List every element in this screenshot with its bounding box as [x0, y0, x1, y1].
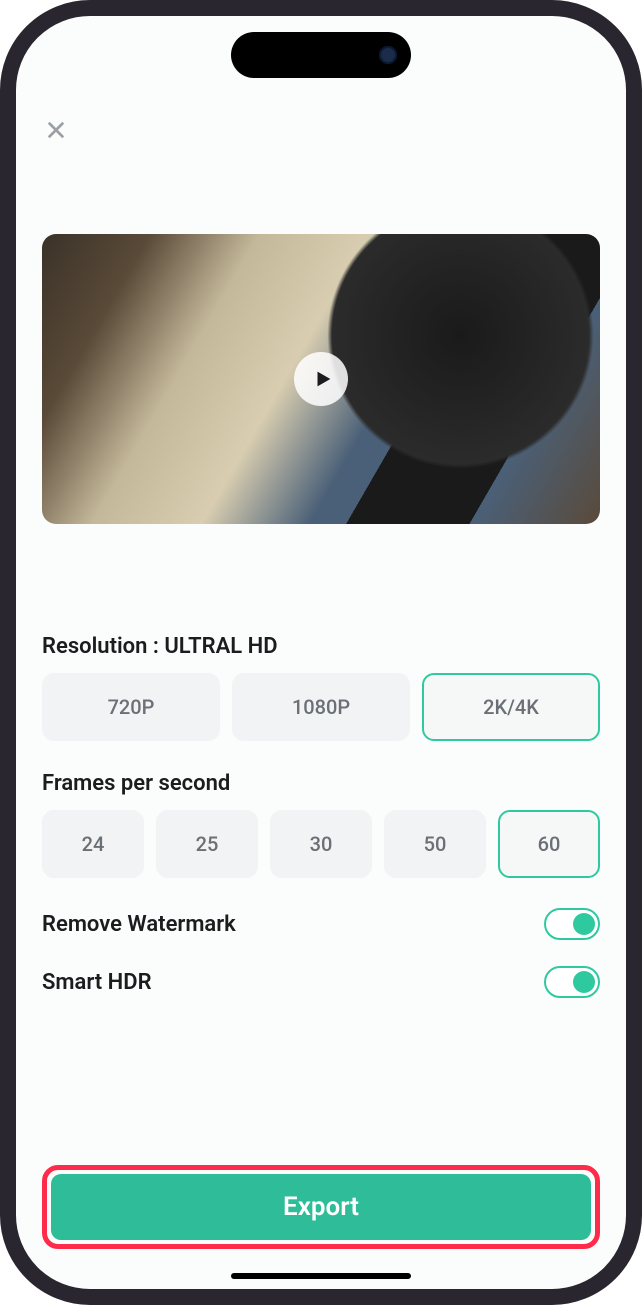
front-camera-icon: [379, 46, 397, 64]
fps-option-24[interactable]: 24: [42, 810, 144, 878]
remove-watermark-toggle[interactable]: [544, 908, 600, 940]
fps-option-50[interactable]: 50: [384, 810, 486, 878]
toggle-knob: [573, 913, 595, 935]
remove-watermark-row: Remove Watermark: [42, 908, 600, 940]
fps-options: 24 25 30 50 60: [42, 810, 600, 878]
smart-hdr-label: Smart HDR: [42, 970, 152, 995]
close-button[interactable]: [42, 116, 70, 144]
smart-hdr-row: Smart HDR: [42, 966, 600, 998]
export-settings-screen: Resolution : ULTRAL HD 720P 1080P 2K/4K …: [16, 16, 626, 1289]
resolution-option-1080p[interactable]: 1080P: [232, 673, 410, 741]
resolution-option-720p[interactable]: 720P: [42, 673, 220, 741]
fps-label: Frames per second: [42, 771, 600, 796]
remove-watermark-label: Remove Watermark: [42, 912, 236, 937]
export-button[interactable]: Export: [51, 1174, 591, 1240]
close-icon: [45, 119, 67, 141]
toggle-knob: [573, 971, 595, 993]
fps-option-60[interactable]: 60: [498, 810, 600, 878]
resolution-options: 720P 1080P 2K/4K: [42, 673, 600, 741]
smart-hdr-toggle[interactable]: [544, 966, 600, 998]
video-preview[interactable]: [42, 234, 600, 524]
spacer: [42, 524, 600, 634]
export-highlight-box: Export: [42, 1165, 600, 1249]
fps-option-30[interactable]: 30: [270, 810, 372, 878]
play-icon: [312, 368, 334, 390]
home-indicator[interactable]: [231, 1273, 411, 1279]
resolution-option-2k4k[interactable]: 2K/4K: [422, 673, 600, 741]
device-frame: Resolution : ULTRAL HD 720P 1080P 2K/4K …: [0, 0, 642, 1305]
play-button[interactable]: [294, 352, 348, 406]
dynamic-island: [231, 32, 411, 78]
resolution-label: Resolution : ULTRAL HD: [42, 634, 600, 659]
fps-option-25[interactable]: 25: [156, 810, 258, 878]
